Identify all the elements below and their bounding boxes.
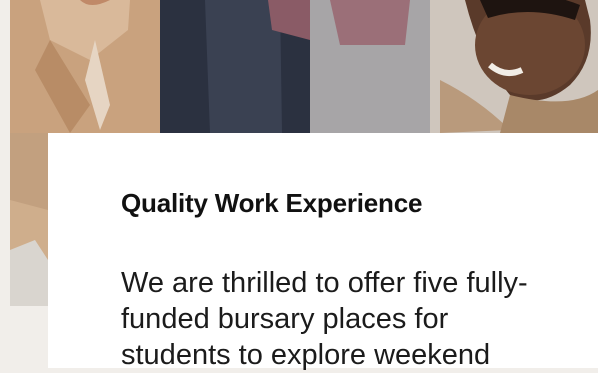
content-card: Quality Work Experience We are thrilled … — [48, 133, 598, 371]
card-title: Quality Work Experience — [121, 188, 423, 218]
card-description: We are thrilled to offer five fully-fund… — [121, 267, 528, 371]
